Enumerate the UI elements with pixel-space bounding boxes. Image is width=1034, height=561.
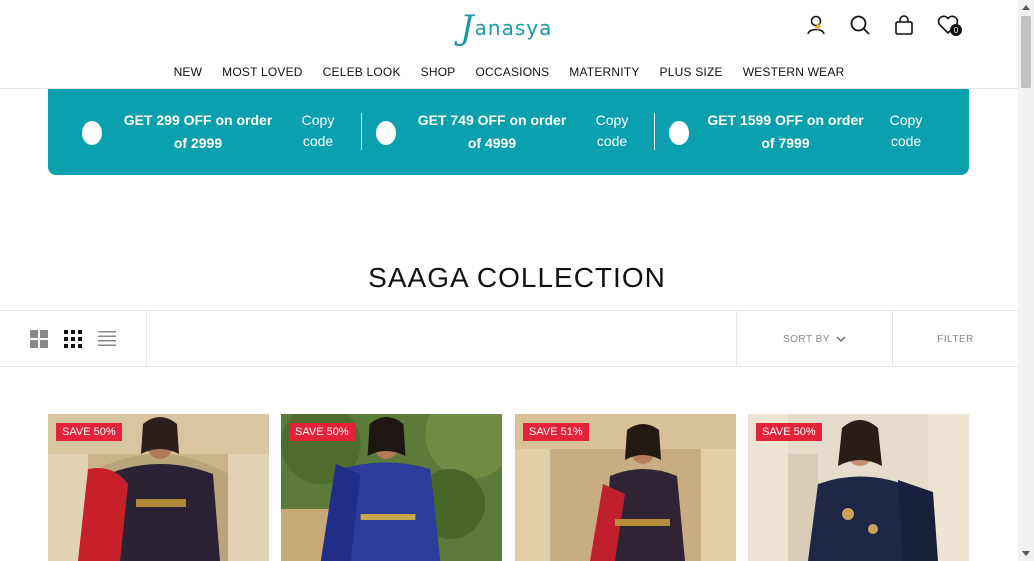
page-title: SAAGA COLLECTION bbox=[368, 262, 666, 293]
offer-1-text: GET 299 OFF on order of 2999 bbox=[123, 112, 273, 151]
product-card[interactable]: SAVE 50% bbox=[281, 414, 502, 561]
offer-dot-icon bbox=[376, 121, 396, 145]
nav-item-maternity[interactable]: MATERNITY bbox=[569, 65, 639, 79]
filter-button[interactable]: FILTER bbox=[893, 311, 1018, 367]
logo-text: anasya bbox=[474, 16, 553, 40]
copy-code-button-2[interactable]: Copy code bbox=[590, 110, 634, 152]
view-switcher bbox=[0, 311, 147, 367]
sort-by-label: SORT BY bbox=[782, 333, 831, 345]
header-icons: 0 bbox=[794, 10, 970, 40]
grid-large-icon[interactable] bbox=[29, 329, 49, 349]
main-nav: NEW MOST LOVED CELEB LOOK SHOP OCCASIONS… bbox=[0, 65, 1018, 79]
scroll-up-arrow-icon[interactable] bbox=[1022, 5, 1030, 10]
copy-code-button-1[interactable]: Copy code bbox=[296, 110, 340, 152]
sale-badge: SAVE 51% bbox=[523, 423, 589, 441]
collection-toolbar: SORT BY FILTER bbox=[0, 310, 1018, 367]
sort-by-button[interactable]: SORT BY bbox=[736, 311, 893, 367]
grid-small-icon[interactable] bbox=[63, 329, 83, 349]
copy-code-button-3[interactable]: Copy code bbox=[884, 110, 928, 152]
bag-icon[interactable] bbox=[882, 10, 926, 40]
user-icon[interactable] bbox=[794, 10, 838, 40]
offer-divider bbox=[654, 113, 655, 150]
nav-item-plus-size[interactable]: PLUS SIZE bbox=[660, 65, 723, 79]
sale-badge: SAVE 50% bbox=[756, 423, 822, 441]
offer-dot-icon bbox=[82, 121, 102, 145]
page-scrollbar[interactable] bbox=[1018, 0, 1034, 561]
nav-item-occasions[interactable]: OCCASIONS bbox=[475, 65, 549, 79]
nav-item-western-wear[interactable]: WESTERN WEAR bbox=[743, 65, 845, 79]
wishlist-count-badge: 0 bbox=[950, 24, 962, 36]
scroll-down-arrow-icon[interactable] bbox=[1022, 551, 1030, 556]
heart-icon[interactable]: 0 bbox=[926, 10, 970, 40]
scroll-thumb[interactable] bbox=[1021, 16, 1031, 88]
sale-badge: SAVE 50% bbox=[56, 423, 122, 441]
search-icon[interactable] bbox=[838, 10, 882, 40]
logo-letter: J bbox=[460, 8, 474, 48]
filter-label: FILTER bbox=[937, 333, 974, 345]
nav-item-shop[interactable]: SHOP bbox=[421, 65, 456, 79]
offer-3-text: GET 1599 OFF on order of 7999 bbox=[707, 112, 864, 151]
list-icon[interactable] bbox=[97, 329, 117, 349]
offer-2-text: GET 749 OFF on order of 4999 bbox=[417, 112, 567, 151]
chevron-down-icon bbox=[836, 336, 846, 342]
product-card[interactable]: SAVE 51% bbox=[515, 414, 736, 561]
product-card[interactable]: SAVE 50% bbox=[748, 414, 969, 561]
nav-item-most-loved[interactable]: MOST LOVED bbox=[222, 65, 302, 79]
brand-logo[interactable]: J anasya bbox=[460, 6, 570, 46]
offer-banner: GET 299 OFF on order of 2999 Copy code G… bbox=[48, 89, 969, 175]
offer-dot-icon bbox=[669, 121, 689, 145]
site-header: J anasya 0 NEW MOST LOVED CELEB LOOK SHO… bbox=[0, 0, 1018, 89]
nav-item-celeb-look[interactable]: CELEB LOOK bbox=[323, 65, 401, 79]
product-card[interactable]: SAVE 50% bbox=[48, 414, 269, 561]
sale-badge: SAVE 50% bbox=[289, 423, 355, 441]
offer-divider bbox=[361, 113, 362, 150]
nav-item-new[interactable]: NEW bbox=[174, 65, 203, 79]
